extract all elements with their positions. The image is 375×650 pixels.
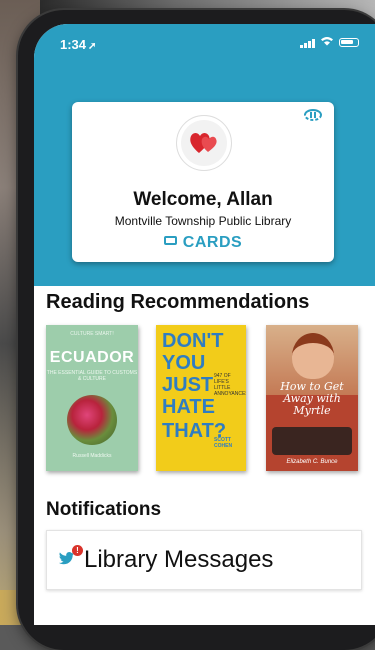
- wifi-icon: [320, 36, 334, 49]
- book-subtitle: 947 OF LIFE'S LITTLE ANNOYANCES: [214, 373, 246, 397]
- status-icons: [300, 36, 359, 49]
- library-messages-label: Library Messages: [84, 546, 274, 573]
- book-title-line: DON'T: [162, 330, 224, 352]
- avatar[interactable]: [176, 115, 232, 171]
- status-time-text: 1:34: [60, 37, 87, 52]
- card-icon: [163, 236, 177, 246]
- notifications-title: Notifications: [46, 499, 162, 520]
- cover-image: [67, 395, 117, 445]
- cellular-signal-icon: [300, 38, 315, 48]
- book-subtitle: THE ESSENTIAL GUIDE TO CUSTOMS & CULTURE: [46, 370, 138, 382]
- notification-badge: !: [72, 545, 83, 556]
- header-band: 1:34 ➚ Welcome, Allan Montville Township…: [34, 24, 375, 286]
- book-author: Russell Maddicks: [72, 453, 112, 459]
- library-name: Montville Township Public Library: [114, 214, 292, 228]
- location-arrow-icon: ➚: [88, 41, 97, 52]
- book-title-line: YOU: [162, 352, 206, 374]
- status-bar: 1:34 ➚: [34, 24, 375, 60]
- cover-illustration: [292, 333, 334, 379]
- welcome-text: Welcome, Allan: [133, 189, 273, 210]
- book-cover-myrtle[interactable]: How to Get Away with Myrtle Elizabeth C.…: [266, 325, 358, 471]
- book-author: SCOTT COHEN: [214, 437, 233, 449]
- hearts-icon: [190, 133, 217, 153]
- book-title-line: JUST: [162, 374, 214, 396]
- book-cover-ecuador[interactable]: CULTURE SMART! ECUADOR THE ESSENTIAL GUI…: [46, 325, 138, 471]
- sync-icon[interactable]: [302, 108, 324, 127]
- book-author: Elizabeth C. Bunce: [286, 459, 338, 465]
- cards-button[interactable]: CARDS: [72, 234, 334, 252]
- book-cover-dont-you-just-hate-that[interactable]: DON'T YOU JUST HATE THAT? 947 OF LIFE'S …: [156, 325, 246, 471]
- library-card-panel: Welcome, Allan Montville Township Public…: [72, 102, 334, 262]
- train-illustration: [272, 427, 352, 455]
- reading-recommendations-title: Reading Recommendations: [46, 291, 310, 313]
- book-series-label: CULTURE SMART!: [70, 331, 114, 337]
- book-title-line: HATE: [162, 396, 215, 418]
- book-title: ECUADOR: [49, 349, 135, 366]
- battery-icon: [339, 38, 359, 47]
- app-screen: 1:34 ➚ Welcome, Allan Montville Township…: [34, 24, 375, 625]
- cards-button-label: CARDS: [182, 234, 243, 251]
- library-messages-item[interactable]: ! Library Messages: [46, 530, 362, 590]
- status-time: 1:34 ➚: [60, 37, 96, 52]
- book-title: How to Get Away with Myrtle: [280, 380, 344, 417]
